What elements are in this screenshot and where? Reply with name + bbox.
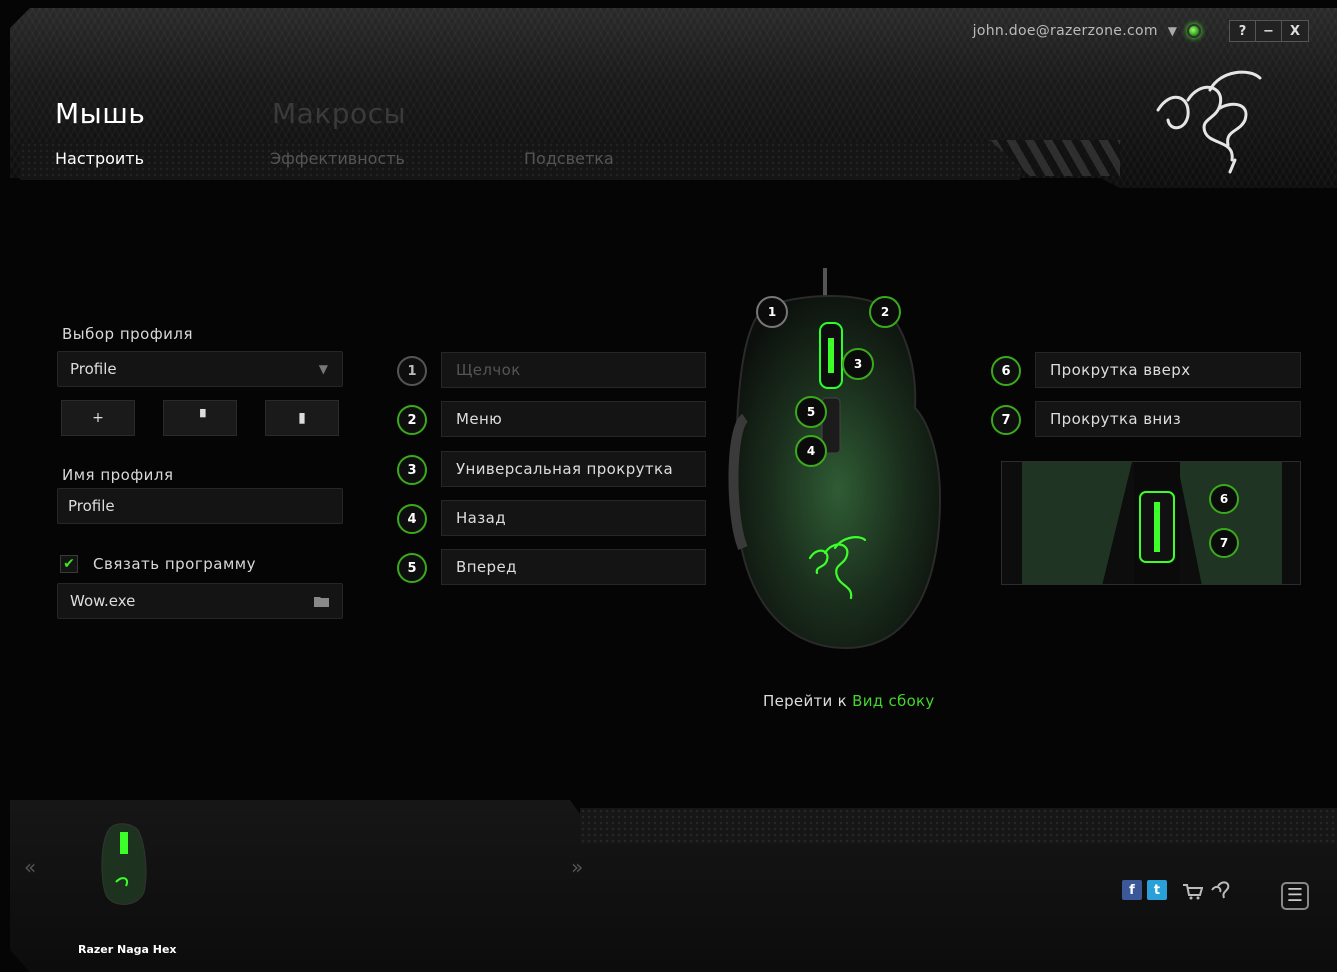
chevron-down-icon: ▼ — [318, 362, 328, 376]
mouse-marker-3[interactable]: 3 — [842, 348, 874, 380]
mapping-button-4[interactable]: Назад — [441, 500, 706, 536]
topbar: john.doe@razerzone.com ▼ ? − X — [973, 20, 1309, 42]
button-number-1: 1 — [397, 356, 427, 386]
subnav-bar — [20, 142, 1020, 180]
minimize-button[interactable]: − — [1256, 21, 1282, 41]
razer-snake-icon[interactable] — [1210, 880, 1232, 902]
mapping-button-5[interactable]: Вперед — [441, 549, 706, 585]
subtab-lighting[interactable]: Подсветка — [524, 149, 614, 168]
mapping-button-3[interactable]: Универсальная прокрутка — [441, 451, 706, 487]
side-marker-7[interactable]: 7 — [1209, 528, 1239, 558]
facebook-icon[interactable]: f — [1122, 880, 1142, 900]
window-controls: ? − X — [1229, 20, 1309, 42]
button-number-2: 2 — [397, 405, 427, 435]
profile-dropdown[interactable]: Profile ▼ — [57, 351, 343, 387]
online-status-icon — [1187, 24, 1201, 38]
tab-mouse[interactable]: Мышь — [55, 97, 145, 130]
profile-name-label: Имя профиля — [62, 466, 174, 484]
button-number-4: 4 — [397, 504, 427, 534]
button-number-3: 3 — [397, 455, 427, 485]
view-switch: Перейти к Вид сбоку — [763, 692, 935, 710]
footer-decoration — [580, 808, 1337, 844]
delete-profile-button[interactable]: ▮ — [265, 400, 339, 436]
prev-device-button[interactable]: « — [24, 855, 36, 879]
scroll-wheel-preview: 6 7 — [1001, 461, 1301, 585]
tab-macros[interactable]: Макросы — [272, 97, 406, 130]
account-email[interactable]: john.doe@razerzone.com — [973, 23, 1158, 39]
trash-icon: ▮ — [298, 410, 306, 426]
copy-icon: ▝ — [194, 410, 206, 426]
store-cart-icon[interactable] — [1183, 884, 1203, 900]
button-number-5: 5 — [397, 553, 427, 583]
mapping-button-6[interactable]: Прокрутка вверх — [1035, 352, 1301, 388]
profile-dropdown-value: Profile — [70, 360, 117, 378]
mouse-marker-4[interactable]: 4 — [795, 435, 827, 467]
mapping-button-1[interactable]: Щелчок — [441, 352, 706, 388]
profile-select-label: Выбор профиля — [62, 325, 194, 343]
button-number-6: 6 — [991, 356, 1021, 386]
program-path-value: Wow.exe — [70, 592, 136, 610]
folder-icon[interactable] — [314, 595, 330, 607]
profile-name-input[interactable]: Profile — [57, 488, 343, 524]
button-number-7: 7 — [991, 405, 1021, 435]
mapping-button-2[interactable]: Меню — [441, 401, 706, 437]
link-program-label: Связать программу — [93, 555, 256, 573]
device-thumbnail[interactable] — [98, 820, 150, 910]
side-marker-6[interactable]: 6 — [1209, 484, 1239, 514]
subtab-customize[interactable]: Настроить — [55, 149, 144, 168]
side-view-link[interactable]: Вид сбоку — [852, 692, 935, 710]
scroll-wheel-image — [1022, 462, 1282, 584]
mapping-button-7[interactable]: Прокрутка вниз — [1035, 401, 1301, 437]
account-dropdown-icon[interactable]: ▼ — [1168, 24, 1177, 38]
device-name: Razer Naga Hex — [78, 943, 177, 956]
add-profile-button[interactable]: + — [61, 400, 135, 436]
help-button[interactable]: ? — [1230, 21, 1256, 41]
link-program-checkbox[interactable]: ✔ — [60, 555, 78, 573]
mouse-marker-2[interactable]: 2 — [869, 296, 901, 328]
mouse-marker-1[interactable]: 1 — [756, 296, 788, 328]
mouse-top-view — [728, 268, 942, 650]
view-switch-prefix: Перейти к — [763, 692, 848, 710]
copy-profile-button[interactable]: ▝ — [163, 400, 237, 436]
twitter-icon[interactable]: t — [1147, 880, 1167, 900]
synapse-window: john.doe@razerzone.com ▼ ? − X Мышь Макр… — [0, 0, 1337, 972]
razer-logo-icon — [1156, 70, 1262, 174]
close-button[interactable]: X — [1282, 21, 1308, 41]
program-path-input[interactable]: Wow.exe — [57, 583, 343, 619]
menu-button[interactable]: ☰ — [1281, 882, 1309, 910]
next-device-button[interactable]: » — [571, 855, 583, 879]
subtab-performance[interactable]: Эффективность — [270, 149, 405, 168]
mouse-marker-5[interactable]: 5 — [795, 396, 827, 428]
